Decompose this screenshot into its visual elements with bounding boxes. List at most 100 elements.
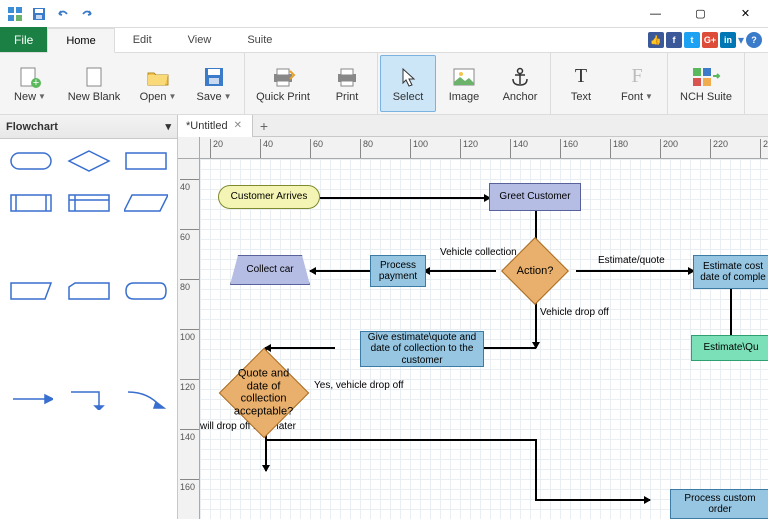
select-button[interactable]: Select bbox=[380, 55, 436, 112]
edge-label: Vehicle collection bbox=[440, 247, 517, 258]
edge-label: Vehicle drop off bbox=[540, 307, 609, 318]
ruler-horizontal[interactable]: 20 40 60 80 100 120 140 160 180 200 220 … bbox=[200, 137, 768, 159]
document-tab[interactable]: *Untitled ✕ bbox=[178, 115, 253, 137]
node-estimate-cost[interactable]: Estimate cost date of comple bbox=[693, 255, 768, 289]
canvas-area: *Untitled ✕ + 20 40 60 80 100 120 140 16… bbox=[178, 115, 768, 519]
tab-view[interactable]: View bbox=[170, 27, 230, 52]
facebook-icon[interactable]: f bbox=[666, 32, 682, 48]
edge[interactable] bbox=[320, 197, 490, 199]
shape-card[interactable] bbox=[64, 277, 114, 305]
edge[interactable] bbox=[535, 322, 537, 348]
workspace: Flowchart ▾ bbox=[0, 115, 768, 519]
qat-redo-icon[interactable] bbox=[76, 3, 98, 25]
save-disk-icon bbox=[199, 65, 229, 89]
text-icon: T bbox=[566, 65, 596, 89]
minimize-button[interactable]: — bbox=[633, 0, 678, 28]
edge[interactable] bbox=[310, 270, 370, 272]
cursor-icon bbox=[393, 65, 423, 89]
new-blank-button[interactable]: New Blank bbox=[58, 55, 130, 112]
edge-label: Yes, vehicle drop off bbox=[314, 380, 404, 391]
node-customer-arrives[interactable]: Customer Arrives bbox=[218, 185, 320, 209]
window-controls: — ▢ ✕ bbox=[633, 0, 768, 28]
qat-save-icon[interactable] bbox=[28, 3, 50, 25]
text-button[interactable]: TText bbox=[553, 55, 609, 112]
font-icon: F bbox=[622, 65, 652, 89]
qat-undo-icon[interactable] bbox=[52, 3, 74, 25]
edge-label: Estimate/quote bbox=[598, 255, 665, 266]
tab-suite[interactable]: Suite bbox=[229, 27, 290, 52]
shape-data[interactable] bbox=[121, 189, 171, 217]
canvas[interactable]: Vehicle collection Estimate/quote Vehicl… bbox=[200, 159, 768, 519]
ribbon: +New▼ New Blank Open▼ Save▼ Quick Print … bbox=[0, 53, 768, 115]
close-button[interactable]: ✕ bbox=[723, 0, 768, 28]
ruler-corner bbox=[178, 137, 200, 159]
tab-home[interactable]: Home bbox=[47, 28, 114, 53]
add-tab-button[interactable]: + bbox=[253, 115, 275, 137]
print-icon bbox=[332, 65, 362, 89]
titlebar: — ▢ ✕ bbox=[0, 0, 768, 28]
close-tab-icon[interactable]: ✕ bbox=[232, 120, 244, 131]
print-button[interactable]: Print bbox=[319, 55, 375, 112]
save-button[interactable]: Save▼ bbox=[186, 55, 242, 112]
svg-text:+: + bbox=[33, 77, 39, 88]
document-tabs: *Untitled ✕ + bbox=[178, 115, 768, 137]
new-button[interactable]: +New▼ bbox=[2, 55, 58, 112]
shape-decision[interactable] bbox=[64, 147, 114, 175]
edge[interactable] bbox=[265, 347, 335, 349]
linkedin-icon[interactable]: in bbox=[720, 32, 736, 48]
shape-terminator[interactable] bbox=[6, 147, 56, 175]
maximize-button[interactable]: ▢ bbox=[678, 0, 723, 28]
new-icon: + bbox=[15, 65, 45, 89]
rulers: 20 40 60 80 100 120 140 160 180 200 220 … bbox=[178, 137, 768, 519]
open-button[interactable]: Open▼ bbox=[130, 55, 186, 112]
shape-panel-header[interactable]: Flowchart ▾ bbox=[0, 115, 177, 139]
node-estimate-q[interactable]: Estimate\Qu bbox=[691, 335, 768, 361]
file-tab[interactable]: File bbox=[0, 27, 47, 52]
shape-curve[interactable] bbox=[121, 385, 171, 413]
edge[interactable] bbox=[265, 439, 535, 441]
qat-app-icon[interactable] bbox=[4, 3, 26, 25]
social-icons: 👍 f t G+ in ▾ ? bbox=[648, 32, 762, 48]
image-icon bbox=[449, 65, 479, 89]
quick-print-icon bbox=[268, 65, 298, 89]
shape-predefined[interactable] bbox=[6, 189, 56, 217]
help-icon[interactable]: ? bbox=[746, 32, 762, 48]
shape-panel: Flowchart ▾ bbox=[0, 115, 178, 519]
node-process-payment[interactable]: Process payment bbox=[370, 255, 426, 287]
tab-edit[interactable]: Edit bbox=[115, 27, 170, 52]
shape-display[interactable] bbox=[121, 277, 171, 305]
shape-process[interactable] bbox=[121, 147, 171, 175]
edge[interactable] bbox=[535, 439, 537, 499]
node-greet-customer[interactable]: Greet Customer bbox=[489, 183, 581, 211]
edge[interactable] bbox=[576, 270, 694, 272]
shape-internal[interactable] bbox=[64, 189, 114, 217]
image-button[interactable]: Image bbox=[436, 55, 492, 112]
shape-elbow[interactable] bbox=[64, 385, 114, 413]
shape-manual-op[interactable] bbox=[6, 277, 56, 305]
chevron-down-icon[interactable]: ▾ bbox=[738, 33, 744, 47]
shapes-area bbox=[0, 139, 177, 519]
anchor-button[interactable]: Anchor bbox=[492, 55, 548, 112]
shape-arrow[interactable] bbox=[6, 385, 56, 413]
new-blank-icon bbox=[79, 65, 109, 89]
open-folder-icon bbox=[143, 65, 173, 89]
ruler-vertical[interactable]: 40 60 80 100 120 140 160 180 bbox=[178, 159, 200, 519]
font-button[interactable]: FFont▼ bbox=[609, 55, 665, 112]
thumb-icon[interactable]: 👍 bbox=[648, 32, 664, 48]
nch-suite-button[interactable]: NCH Suite bbox=[670, 55, 742, 112]
collapse-icon[interactable]: ▾ bbox=[165, 120, 171, 133]
gplus-icon[interactable]: G+ bbox=[702, 32, 718, 48]
quick-print-button[interactable]: Quick Print bbox=[247, 55, 319, 112]
anchor-icon bbox=[505, 65, 535, 89]
edge[interactable] bbox=[535, 499, 650, 501]
node-collect-car[interactable]: Collect car bbox=[230, 255, 310, 285]
suite-icon bbox=[691, 65, 721, 89]
twitter-icon[interactable]: t bbox=[684, 32, 700, 48]
menu-tabs: File Home Edit View Suite 👍 f t G+ in ▾ … bbox=[0, 28, 768, 53]
shape-panel-title: Flowchart bbox=[6, 121, 58, 133]
edge[interactable] bbox=[424, 270, 496, 272]
document-tab-label: *Untitled bbox=[186, 120, 228, 132]
node-process-order[interactable]: Process custom order bbox=[670, 489, 768, 519]
node-give-estimate[interactable]: Give estimate\quote and date of collecti… bbox=[360, 331, 484, 367]
quick-access-toolbar bbox=[0, 1, 102, 27]
